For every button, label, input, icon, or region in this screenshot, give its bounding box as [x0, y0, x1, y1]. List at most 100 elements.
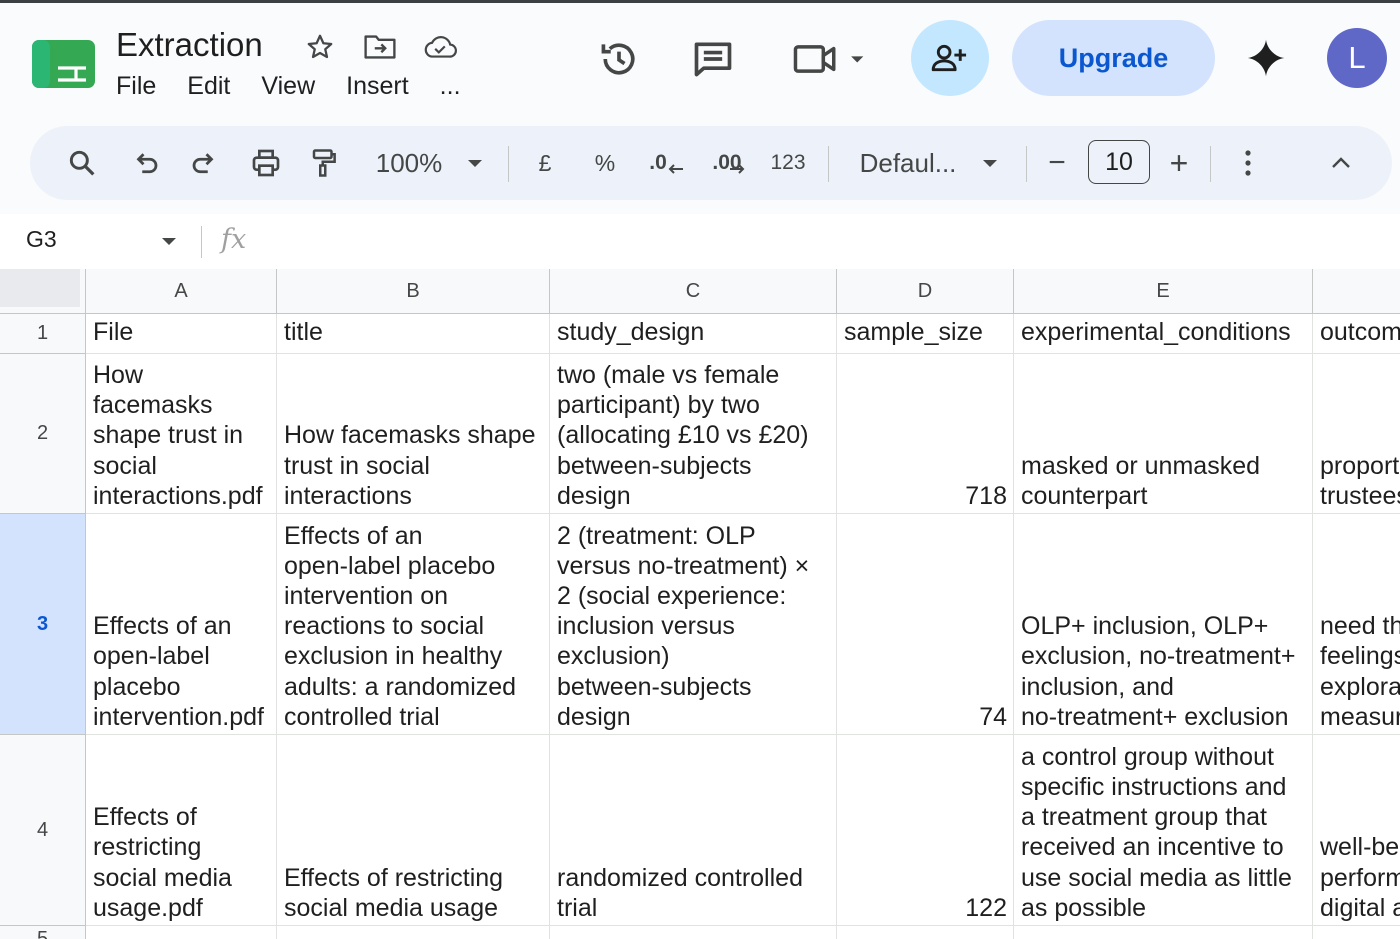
cell-text: Effects of restricting social media usag…: [93, 803, 232, 922]
comments-icon[interactable]: [688, 34, 738, 84]
cell-text: sample_size: [844, 318, 983, 347]
column-header-f[interactable]: [1313, 269, 1400, 314]
cell-c4[interactable]: randomized controlled trial: [550, 735, 837, 926]
increase-decimal-button[interactable]: .00: [704, 126, 754, 200]
toolbar-divider: [1210, 146, 1211, 182]
row-header-1[interactable]: 1: [0, 314, 86, 354]
cell-d2[interactable]: 718: [837, 354, 1014, 514]
cell-text: need th feelings explora measur: [1320, 612, 1400, 731]
cell-c5[interactable]: [550, 926, 837, 939]
spreadsheet-grid: A B C D E 1 2 3 4 5 File title study_des…: [0, 269, 1400, 939]
font-family-select[interactable]: Defaul...: [856, 126, 960, 200]
document-title[interactable]: Extraction: [116, 26, 263, 64]
column-header-a[interactable]: A: [86, 269, 277, 314]
collapse-toolbar-icon[interactable]: [1326, 126, 1356, 200]
cell-e3[interactable]: OLP+ inclusion, OLP+ exclusion, no-treat…: [1014, 514, 1313, 735]
cell-b1[interactable]: title: [277, 314, 550, 354]
cell-f1[interactable]: outcom: [1313, 314, 1400, 354]
row-header-5[interactable]: 5: [0, 926, 86, 939]
cell-d1[interactable]: sample_size: [837, 314, 1014, 354]
formula-input[interactable]: [270, 220, 1390, 264]
row-header-3[interactable]: 3: [0, 514, 86, 735]
search-icon[interactable]: [60, 126, 104, 200]
more-options-icon[interactable]: [1234, 126, 1262, 200]
formula-divider: [201, 226, 202, 258]
cell-c2[interactable]: two (male vs female participant) by two …: [550, 354, 837, 514]
star-icon[interactable]: [302, 30, 338, 64]
decrease-decimal-label: .0: [649, 151, 667, 174]
menu-insert[interactable]: Insert: [346, 72, 409, 101]
cell-e5[interactable]: [1014, 926, 1313, 939]
redo-icon[interactable]: [182, 126, 226, 200]
menu-more[interactable]: ...: [440, 72, 461, 101]
cell-text: 718: [965, 481, 1007, 510]
cell-c3[interactable]: 2 (treatment: OLP versus no-treatment) ×…: [550, 514, 837, 735]
row-header-4[interactable]: 4: [0, 735, 86, 926]
add-person-icon: [931, 44, 967, 72]
column-header-e[interactable]: E: [1014, 269, 1313, 314]
cell-a2[interactable]: How facemasks shape trust in social inte…: [86, 354, 277, 514]
paint-format-icon[interactable]: [302, 126, 346, 200]
share-button[interactable]: [911, 20, 989, 96]
cell-text: randomized controlled trial: [557, 863, 803, 922]
move-to-folder-icon[interactable]: [362, 30, 398, 64]
cell-text: a control group without specific instruc…: [1021, 742, 1292, 922]
cell-b5[interactable]: [277, 926, 550, 939]
cell-text: Effects of an open-label placebo interve…: [284, 521, 517, 731]
cell-b3[interactable]: Effects of an open-label placebo interve…: [277, 514, 550, 735]
cell-c1[interactable]: study_design: [550, 314, 837, 354]
cell-a5[interactable]: [86, 926, 277, 939]
cell-e4[interactable]: a control group without specific instruc…: [1014, 735, 1313, 926]
meet-video-icon[interactable]: [792, 36, 872, 82]
menu-file[interactable]: File: [116, 72, 156, 101]
cell-d5[interactable]: [837, 926, 1014, 939]
version-history-icon[interactable]: [594, 34, 644, 84]
select-all-corner[interactable]: [0, 269, 86, 314]
column-header-c[interactable]: C: [550, 269, 837, 314]
cell-f3[interactable]: need th feelings explora measur: [1313, 514, 1400, 735]
decrease-decimal-button[interactable]: .0: [642, 126, 692, 200]
cell-text: experimental_conditions: [1021, 318, 1291, 347]
gemini-sparkle-icon[interactable]: [1244, 36, 1288, 80]
column-header-b[interactable]: B: [277, 269, 550, 314]
cell-a1[interactable]: File: [86, 314, 277, 354]
cell-text: outcom: [1320, 318, 1400, 347]
cell-f5[interactable]: [1313, 926, 1400, 939]
arrow-left-icon: [668, 164, 683, 174]
zoom-select[interactable]: 100%: [372, 126, 446, 200]
cell-e1[interactable]: experimental_conditions: [1014, 314, 1313, 354]
name-box-dropdown-icon[interactable]: [160, 235, 178, 247]
account-avatar[interactable]: L: [1327, 28, 1387, 88]
upgrade-button[interactable]: Upgrade: [1012, 20, 1215, 96]
cell-d3[interactable]: 74: [837, 514, 1014, 735]
font-size-input[interactable]: 10: [1088, 140, 1150, 184]
cell-text: well-be perform digital a: [1320, 833, 1400, 922]
column-header-d[interactable]: D: [837, 269, 1014, 314]
cell-a4[interactable]: Effects of restricting social media usag…: [86, 735, 277, 926]
cell-b2[interactable]: How facemasks shape trust in social inte…: [277, 354, 550, 514]
sheets-logo-icon[interactable]: [32, 40, 95, 88]
row-header-2[interactable]: 2: [0, 354, 86, 514]
font-dropdown-icon[interactable]: [977, 126, 1003, 200]
currency-format-button[interactable]: £: [530, 126, 560, 200]
cell-f2[interactable]: proport trustees: [1313, 354, 1400, 514]
zoom-dropdown-icon[interactable]: [462, 126, 488, 200]
percent-format-button[interactable]: %: [590, 126, 620, 200]
increase-font-size-button[interactable]: +: [1164, 126, 1194, 200]
cloud-saved-icon[interactable]: [422, 30, 458, 64]
number-format-button[interactable]: 123: [766, 126, 810, 200]
menu-bar: File Edit View Insert ...: [116, 72, 492, 101]
menu-view[interactable]: View: [261, 72, 315, 101]
decrease-font-size-button[interactable]: −: [1042, 126, 1072, 200]
menu-edit[interactable]: Edit: [187, 72, 230, 101]
cell-a3[interactable]: Effects of an open-label placebo interve…: [86, 514, 277, 735]
name-box[interactable]: G3: [26, 226, 57, 253]
cell-f4[interactable]: well-be perform digital a: [1313, 735, 1400, 926]
cell-b4[interactable]: Effects of restricting social media usag…: [277, 735, 550, 926]
cell-e2[interactable]: masked or unmasked counterpart: [1014, 354, 1313, 514]
cell-d4[interactable]: 122: [837, 735, 1014, 926]
print-icon[interactable]: [244, 126, 288, 200]
window-top-border: [0, 0, 1400, 3]
cell-text: OLP+ inclusion, OLP+ exclusion, no-treat…: [1021, 612, 1296, 731]
undo-icon[interactable]: [124, 126, 168, 200]
